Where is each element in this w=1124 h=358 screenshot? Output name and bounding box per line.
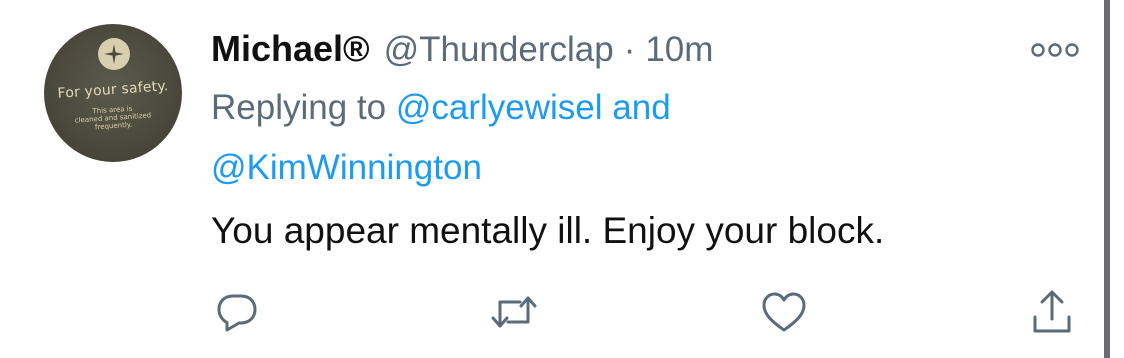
replying-to-label: Replying to: [211, 88, 387, 127]
heart-icon[interactable]: [760, 288, 808, 336]
author-handle[interactable]: @Thunderclap: [384, 30, 614, 70]
more-options-icon[interactable]: [1030, 40, 1080, 60]
retweet-icon[interactable]: [490, 288, 538, 336]
scrollbar[interactable]: [1104, 0, 1110, 358]
replying-conjunction[interactable]: and: [612, 88, 670, 127]
mention-link[interactable]: @carlyewisel: [396, 88, 603, 127]
author-name[interactable]: Michael®: [211, 28, 370, 70]
tweet-timestamp[interactable]: 10m: [645, 30, 713, 70]
avatar-fine-print: This area is cleaned and sanitized frequ…: [74, 104, 152, 132]
share-icon[interactable]: [1028, 288, 1076, 336]
avatar[interactable]: For your safety. This area is cleaned an…: [44, 24, 182, 162]
tweet-text: You appear mentally ill. Enjoy your bloc…: [211, 210, 885, 251]
sparkle-icon: [98, 38, 130, 70]
header-separator: ·: [623, 30, 636, 69]
mention-link[interactable]: @KimWinnington: [211, 148, 482, 187]
tweet-header: Michael® @Thunderclap · 10m: [211, 28, 713, 74]
replying-to-line: Replying to @carlyewisel and: [211, 88, 671, 128]
replying-to-line-2: @KimWinnington: [211, 148, 482, 188]
reply-icon[interactable]: [213, 288, 261, 336]
tweet[interactable]: For your safety. This area is cleaned an…: [0, 0, 1124, 358]
avatar-headline: For your safety.: [57, 78, 169, 102]
